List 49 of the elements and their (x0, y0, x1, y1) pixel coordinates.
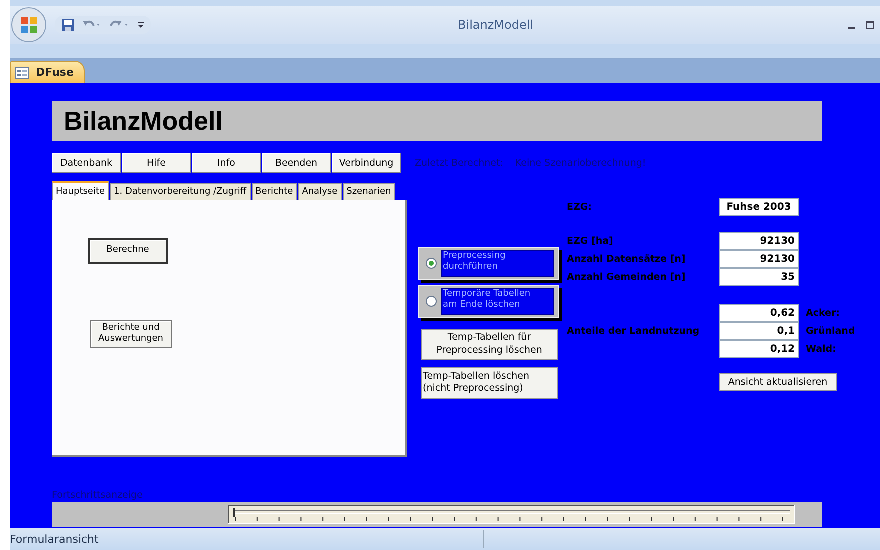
land-use-label: Anteile der Landnutzung (567, 324, 701, 338)
tab[interactable]: Analyse (298, 183, 342, 200)
stat-label: Anzahl Gemeinden [n] (567, 270, 687, 284)
progress-label: Fortschrittsanzeige (52, 490, 144, 502)
reports-button[interactable]: Berichte und Auswertungen (90, 320, 172, 348)
stat-field: 92130 (719, 232, 799, 250)
land-use-field: 0,12 (719, 340, 799, 358)
land-use-type-label: Acker: (805, 306, 841, 320)
nav-button[interactable]: Datenbank (52, 153, 121, 173)
delete-temp-tables-button[interactable]: Temp-Tabellen löschen (nicht Preprocessing) (421, 367, 558, 399)
save-icon[interactable] (61, 18, 75, 32)
stat-field: 35 (719, 268, 799, 286)
nav-button[interactable]: Beenden (262, 153, 331, 173)
calculate-button[interactable]: Berechne (88, 238, 168, 264)
form-title: BilanzModell (52, 101, 822, 141)
tab[interactable]: 1. Datenvorbereitung /Zugriff (110, 183, 251, 200)
radio-button[interactable] (426, 296, 437, 307)
catchment-label: EZG: (567, 200, 593, 214)
option-label: Preprocessing durchführen (441, 250, 554, 277)
maximize-icon[interactable] (866, 21, 874, 29)
office-logo-icon[interactable] (11, 7, 47, 43)
customize-icon[interactable] (137, 20, 145, 30)
status-text: Formularansicht (10, 532, 99, 546)
last-calculated-value: Keine Szenarioberechnung! (515, 158, 646, 168)
tab[interactable]: Szenarien (342, 183, 396, 200)
land-use-field: 0,1 (719, 322, 799, 340)
land-use-type-label: Wald: (805, 342, 838, 356)
tab[interactable]: Berichte (252, 183, 298, 200)
land-use-type-label: Grünland (805, 324, 856, 338)
document-tab-label: DFuse (36, 66, 74, 79)
delete-temp-tables-button[interactable]: Temp-Tabellen für Preprocessing löschen (421, 329, 558, 360)
stat-field: 92130 (719, 250, 799, 268)
tab[interactable]: Hauptseite (52, 181, 110, 200)
option-frame[interactable]: Temporäre Tabellen am Ende löschen (418, 285, 559, 318)
last-calculated-label: Zuletzt Berechnet: (415, 158, 504, 168)
nav-button[interactable]: Verbindung (332, 153, 401, 173)
window-title: BilanzModell (458, 18, 534, 32)
stat-label: EZG [ha] (567, 234, 614, 248)
option-frame[interactable]: Preprocessing durchführen (418, 247, 559, 280)
refresh-button[interactable]: Ansicht aktualisieren (719, 373, 837, 391)
nav-button[interactable]: Info (192, 153, 261, 173)
document-tab[interactable]: DFuse (10, 61, 85, 83)
nav-button[interactable]: Hife (122, 153, 191, 173)
radio-button[interactable] (426, 258, 437, 269)
stat-label: Anzahl Datensätze [n] (567, 252, 687, 266)
land-use-field: 0,62 (719, 304, 799, 322)
catchment-field: Fuhse 2003 (719, 198, 799, 216)
option-label: Temporäre Tabellen am Ende löschen (441, 288, 554, 315)
form-icon (15, 66, 29, 78)
